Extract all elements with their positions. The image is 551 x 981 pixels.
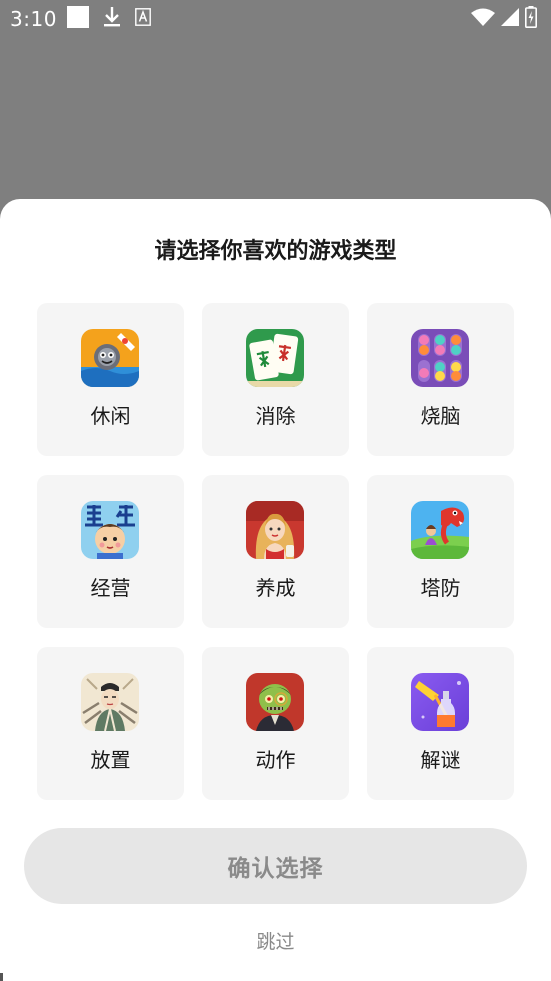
category-label: 经营 [90, 576, 131, 600]
wifi-icon [471, 8, 495, 30]
category-card-casual[interactable]: 休闲 [37, 303, 184, 456]
idle-game-icon [81, 673, 139, 731]
category-card-match[interactable]: 消除 [202, 303, 349, 456]
category-card-action[interactable]: 动作 [202, 647, 349, 800]
category-label: 休闲 [90, 404, 131, 428]
download-icon [103, 6, 121, 32]
status-system-icons [465, 6, 537, 32]
status-bar: 3:10 [0, 0, 551, 38]
business-sim-icon [81, 501, 139, 559]
category-card-brain[interactable]: 烧脑 [367, 303, 514, 456]
category-label: 动作 [255, 748, 296, 772]
category-label: 放置 [90, 748, 131, 772]
category-card-riddle[interactable]: 解谜 [367, 647, 514, 800]
text-a-icon [135, 8, 151, 30]
confirm-selection-button[interactable]: 确认选择 [24, 828, 527, 904]
category-label: 养成 [255, 576, 296, 600]
signal-icon [501, 8, 519, 30]
tower-defense-icon [411, 501, 469, 559]
category-grid: 休闲 消除 烧脑 经营 养成 塔防 放置 动作 解谜 [37, 303, 514, 800]
puzzle-bottles-icon [411, 329, 469, 387]
category-label: 塔防 [420, 576, 461, 600]
skip-link[interactable]: 跳过 [0, 928, 551, 956]
character-raising-icon [246, 501, 304, 559]
action-zombie-icon [246, 673, 304, 731]
sheet-title: 请选择你喜欢的游戏类型 [154, 239, 397, 264]
category-label: 解谜 [420, 748, 461, 772]
category-card-business[interactable]: 经营 [37, 475, 184, 628]
status-notification-icons [67, 6, 165, 32]
casual-game-icon [81, 329, 139, 387]
category-card-idle[interactable]: 放置 [37, 647, 184, 800]
category-label: 烧脑 [420, 404, 461, 428]
riddle-bottle-icon [411, 673, 469, 731]
category-label: 消除 [255, 404, 296, 428]
mahjong-match-icon [246, 329, 304, 387]
category-card-nurture[interactable]: 养成 [202, 475, 349, 628]
category-card-tower[interactable]: 塔防 [367, 475, 514, 628]
notification-square-icon [67, 6, 89, 32]
edge-indicator [0, 973, 3, 981]
status-time: 3:10 [10, 7, 57, 31]
game-type-picker-sheet: 请选择你喜欢的游戏类型 休闲 消除 烧脑 经营 养成 塔防 放置 动作 解谜 确… [0, 199, 551, 981]
battery-charging-icon [525, 6, 537, 32]
